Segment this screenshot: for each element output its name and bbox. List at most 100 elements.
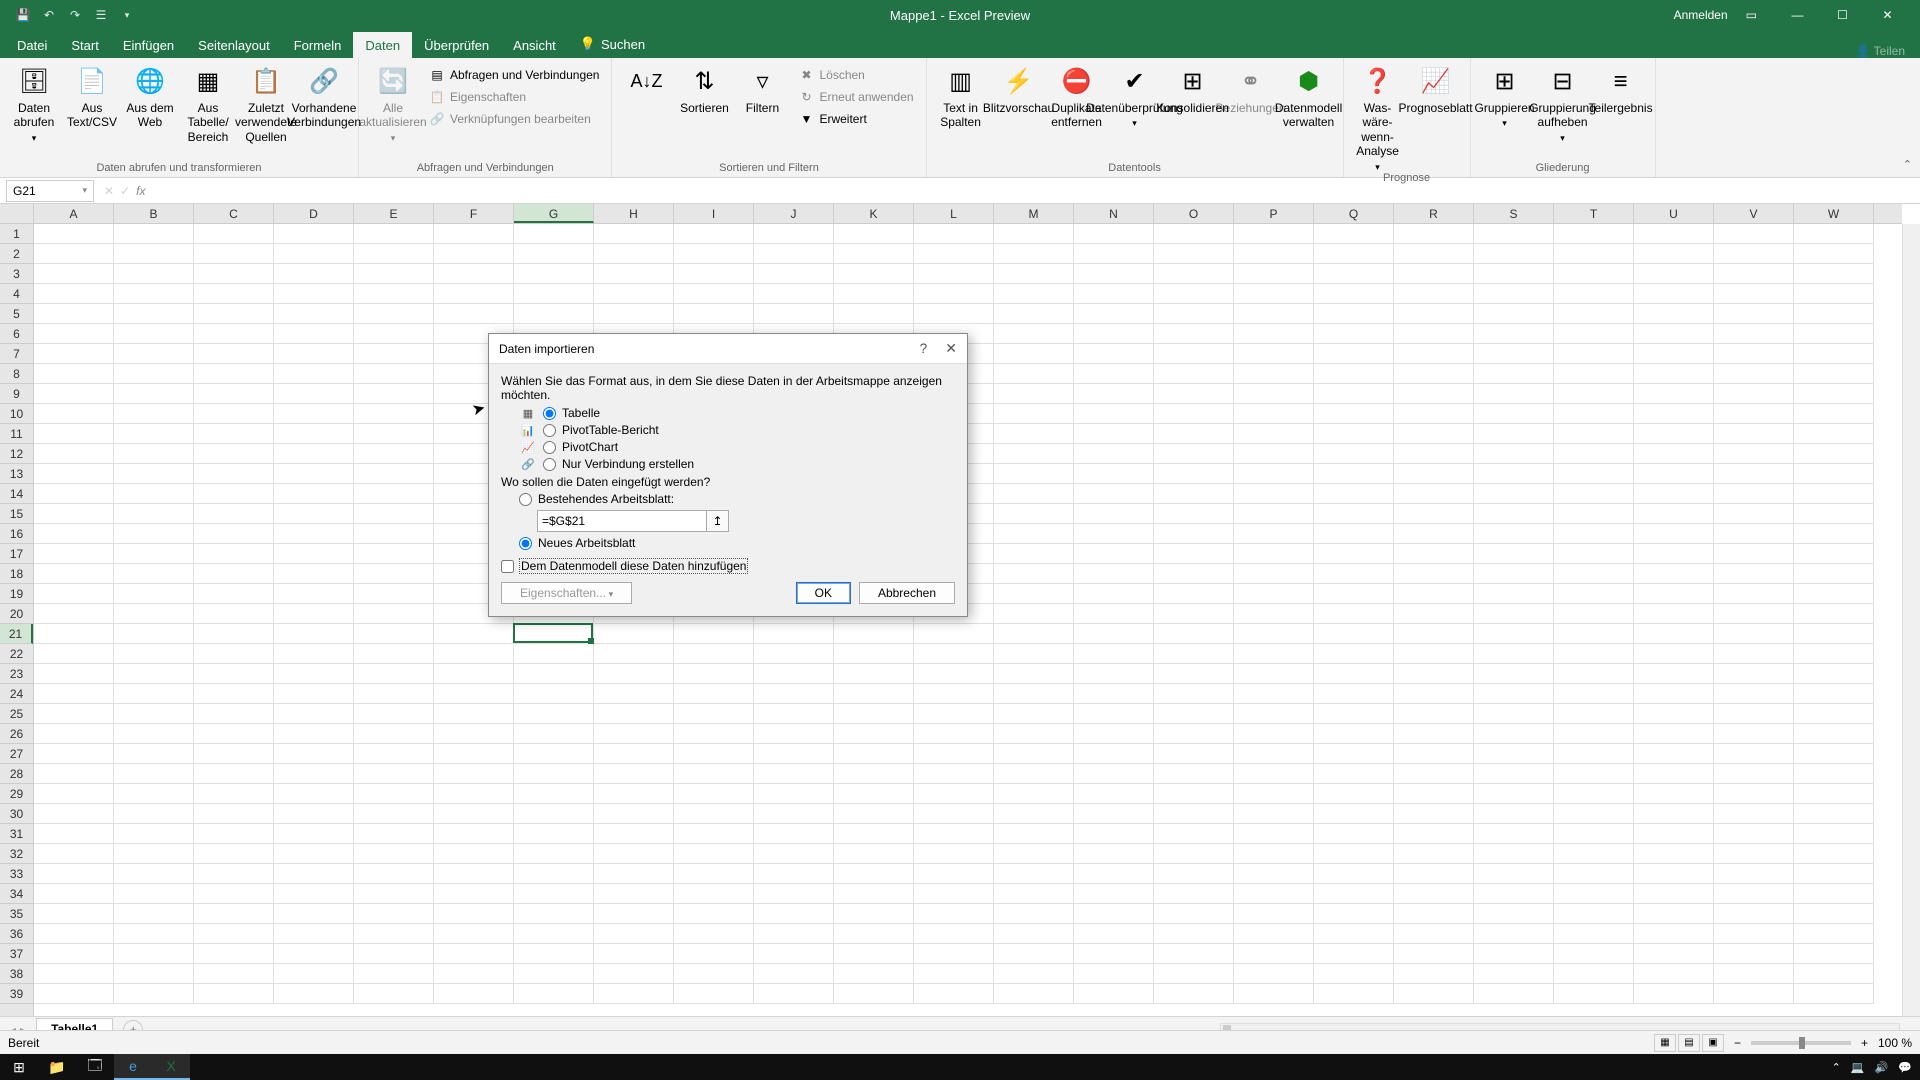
range-picker-button[interactable]: ↥	[707, 510, 729, 532]
row-header[interactable]: 33	[0, 864, 33, 884]
tab-data[interactable]: Daten	[353, 32, 412, 58]
formula-input[interactable]	[155, 180, 1920, 202]
column-header[interactable]: F	[434, 204, 514, 223]
row-header[interactable]: 29	[0, 784, 33, 804]
column-header[interactable]: O	[1154, 204, 1234, 223]
row-header[interactable]: 13	[0, 464, 33, 484]
row-header[interactable]: 4	[0, 284, 33, 304]
filter-button[interactable]: ▿Filtern	[736, 62, 788, 115]
from-table-button[interactable]: ▦Aus Tabelle/ Bereich	[182, 62, 234, 144]
row-header[interactable]: 15	[0, 504, 33, 524]
start-button[interactable]: ⊞	[0, 1054, 38, 1080]
close-button[interactable]: ✕	[1865, 0, 1910, 30]
dialog-close-button[interactable]: ✕	[945, 340, 957, 357]
from-web-button[interactable]: 🌐Aus dem Web	[124, 62, 176, 130]
column-header[interactable]: W	[1794, 204, 1874, 223]
radio-existing-sheet[interactable]	[519, 493, 532, 506]
row-header[interactable]: 23	[0, 664, 33, 684]
row-header[interactable]: 25	[0, 704, 33, 724]
data-model-button[interactable]: ⬢Datenmodell verwalten	[1283, 62, 1335, 130]
cell-reference-input[interactable]	[537, 510, 707, 532]
queries-button[interactable]: ▤Abfragen und Verbindungen	[425, 66, 603, 84]
qat-dropdown-icon[interactable]: ▾	[119, 7, 135, 23]
row-header[interactable]: 22	[0, 644, 33, 664]
row-header[interactable]: 21	[0, 624, 33, 644]
column-header[interactable]: S	[1474, 204, 1554, 223]
maximize-button[interactable]: ☐	[1820, 0, 1865, 30]
fx-icon[interactable]: fx	[136, 184, 145, 198]
taskbar-app[interactable]: 🗔	[76, 1054, 114, 1080]
cell-area[interactable]	[34, 224, 1902, 1016]
undo-icon[interactable]: ↶	[41, 7, 57, 23]
row-header[interactable]: 36	[0, 924, 33, 944]
tab-start[interactable]: Start	[59, 32, 110, 58]
row-header[interactable]: 2	[0, 244, 33, 264]
tray-network-icon[interactable]: 💻	[1851, 1061, 1865, 1074]
tab-insert[interactable]: Einfügen	[111, 32, 186, 58]
view-normal-button[interactable]: ▦	[1654, 1034, 1676, 1052]
row-header[interactable]: 37	[0, 944, 33, 964]
row-header[interactable]: 7	[0, 344, 33, 364]
remove-duplicates-button[interactable]: ⛔Duplikate entfernen	[1051, 62, 1103, 130]
row-header[interactable]: 28	[0, 764, 33, 784]
tab-search[interactable]: 💡 Suchen	[568, 30, 657, 58]
column-header[interactable]: T	[1554, 204, 1634, 223]
view-pagebreak-button[interactable]: ▣	[1702, 1034, 1724, 1052]
row-header[interactable]: 12	[0, 444, 33, 464]
consolidate-button[interactable]: ⊞Konsolidieren	[1167, 62, 1219, 115]
touch-mode-icon[interactable]: ☰	[93, 7, 109, 23]
forecast-button[interactable]: 📈Prognoseblatt	[1410, 62, 1462, 115]
column-header[interactable]: D	[274, 204, 354, 223]
column-header[interactable]: H	[594, 204, 674, 223]
share-button[interactable]: 👤 Teilen	[1856, 44, 1905, 58]
taskbar-excel[interactable]: X	[152, 1054, 190, 1080]
tab-view[interactable]: Ansicht	[501, 32, 568, 58]
flash-fill-button[interactable]: ⚡Blitzvorschau	[993, 62, 1045, 115]
select-all-corner[interactable]	[0, 204, 34, 224]
refresh-all-button[interactable]: 🔄Alle aktualisieren▾	[367, 62, 419, 144]
group-button[interactable]: ⊞Gruppieren▾	[1479, 62, 1531, 129]
row-header[interactable]: 27	[0, 744, 33, 764]
radio-pivotchart[interactable]	[543, 441, 556, 454]
radio-table[interactable]	[543, 407, 556, 420]
dialog-titlebar[interactable]: Daten importieren ? ✕	[489, 334, 967, 364]
row-header[interactable]: 39	[0, 984, 33, 1004]
row-header[interactable]: 3	[0, 264, 33, 284]
cancel-button[interactable]: Abbrechen	[859, 582, 955, 604]
row-header[interactable]: 1	[0, 224, 33, 244]
column-header[interactable]: N	[1074, 204, 1154, 223]
column-header[interactable]: E	[354, 204, 434, 223]
column-header[interactable]: P	[1234, 204, 1314, 223]
view-layout-button[interactable]: ▤	[1678, 1034, 1700, 1052]
subtotal-button[interactable]: ≡Teilergebnis	[1595, 62, 1647, 115]
row-header[interactable]: 11	[0, 424, 33, 444]
row-header[interactable]: 8	[0, 364, 33, 384]
sort-az-button[interactable]: A↓Z	[620, 62, 672, 98]
row-header[interactable]: 6	[0, 324, 33, 344]
name-box[interactable]: G21 ▾	[6, 180, 94, 202]
zoom-slider[interactable]	[1751, 1041, 1851, 1045]
ungroup-button[interactable]: ⊟Gruppierung aufheben▾	[1537, 62, 1589, 144]
tab-formulas[interactable]: Formeln	[282, 32, 354, 58]
column-header[interactable]: I	[674, 204, 754, 223]
from-csv-button[interactable]: 📄Aus Text/CSV	[66, 62, 118, 130]
radio-new-sheet[interactable]	[519, 537, 532, 550]
row-header[interactable]: 20	[0, 604, 33, 624]
column-header[interactable]: R	[1394, 204, 1474, 223]
taskbar-explorer[interactable]: 📁	[38, 1054, 76, 1080]
row-header[interactable]: 32	[0, 844, 33, 864]
column-header[interactable]: Q	[1314, 204, 1394, 223]
row-header[interactable]: 30	[0, 804, 33, 824]
row-header[interactable]: 31	[0, 824, 33, 844]
ok-button[interactable]: OK	[796, 582, 851, 604]
tab-layout[interactable]: Seitenlayout	[186, 32, 282, 58]
redo-icon[interactable]: ↷	[67, 7, 83, 23]
row-header[interactable]: 10	[0, 404, 33, 424]
collapse-ribbon-button[interactable]: ⌃	[1903, 158, 1912, 171]
row-header[interactable]: 24	[0, 684, 33, 704]
sort-button[interactable]: ⇅Sortieren	[678, 62, 730, 115]
minimize-button[interactable]: —	[1775, 0, 1820, 30]
radio-connection-only[interactable]	[543, 458, 556, 471]
taskbar-edge[interactable]: e	[114, 1054, 152, 1080]
row-header[interactable]: 34	[0, 884, 33, 904]
